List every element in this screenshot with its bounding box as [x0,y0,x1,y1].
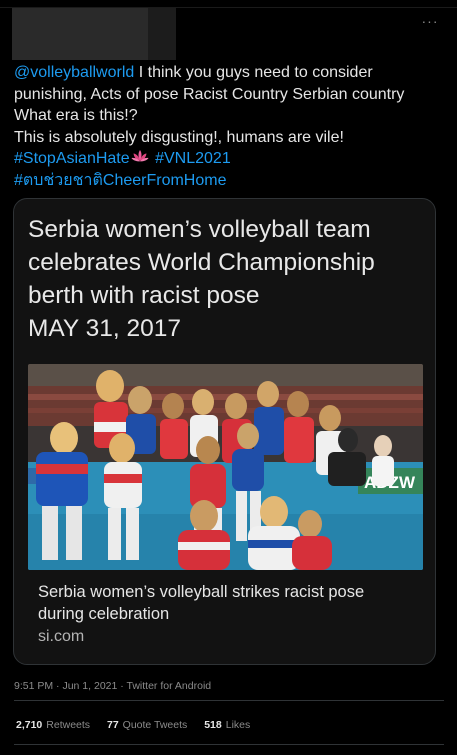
tweet-line-5: #StopAsianHate #VNL2021 [14,148,444,170]
quote-tweets-stat[interactable]: 77 Quote Tweets [107,719,187,731]
author-name-redacted[interactable] [148,8,176,60]
tweet-body: @volleyballworld I think you guys need t… [14,62,444,191]
lotus-icon [131,150,149,162]
tweet-line-1: @volleyballworld I think you guys need t… [14,62,444,84]
likes-count: 518 [204,719,222,731]
card-headline-image-text: Serbia women’s volleyball team celebrate… [28,213,418,345]
headline-line: berth with racist pose [28,282,260,309]
quote-tweets-label: Quote Tweets [122,719,188,731]
mention-link[interactable]: @volleyballworld [14,64,134,81]
retweets-stat[interactable]: 2,710 Retweets [16,719,90,731]
card-domain: si.com [38,628,85,645]
tweet-date[interactable]: Jun 1, 2021 [62,680,117,692]
author-avatar-redacted[interactable] [12,8,148,60]
tweet-metadata: 9:51 PM · Jun 1, 2021 · Twitter for Andr… [14,680,211,692]
tweet-stats: 2,710 Retweets 77 Quote Tweets 518 Likes [16,719,264,731]
divider [14,744,444,745]
card-title-line: Serbia women’s volleyball strikes racist… [38,583,365,601]
hashtag-vnl2021[interactable]: #VNL2021 [155,150,231,167]
card-title-line: during celebration [38,605,170,623]
more-options-icon[interactable]: ··· [418,12,442,32]
headline-date: MAY 31, 2017 [28,315,182,342]
likes-label: Likes [225,719,251,731]
retweets-label: Retweets [46,719,91,731]
headline-line: celebrates World Championship [28,249,375,276]
top-divider [0,0,457,8]
team-photo: ADZW [28,364,423,570]
meta-separator: · [117,680,127,692]
tweet-line-2: punishing, Acts of pose Racist Country S… [14,85,405,103]
tweet-source[interactable]: Twitter for Android [127,680,212,692]
card-title: Serbia women’s volleyball strikes racist… [38,581,418,625]
tweet-line-3: What era is this!? [14,107,138,124]
hashtag-stopasianhate[interactable]: #StopAsianHate [14,150,130,167]
tweet-time[interactable]: 9:51 PM [14,680,53,692]
likes-stat[interactable]: 518 Likes [204,719,250,731]
retweets-count: 2,710 [16,719,43,731]
tweet-text-1: I think you guys need to consider [134,64,373,81]
hashtag-cheerfromhome[interactable]: #ตบช่วยชาติCheerFromHome [14,172,226,189]
headline-line: Serbia women’s volleyball team [28,216,371,243]
quote-tweets-count: 77 [106,719,119,731]
tweet-line-4: This is absolutely disgusting!, humans a… [14,128,344,146]
divider [14,700,444,701]
tweet-line-6: #ตบช่วยชาติCheerFromHome [14,170,444,192]
link-card[interactable]: Serbia women’s volleyball team celebrate… [13,198,436,665]
